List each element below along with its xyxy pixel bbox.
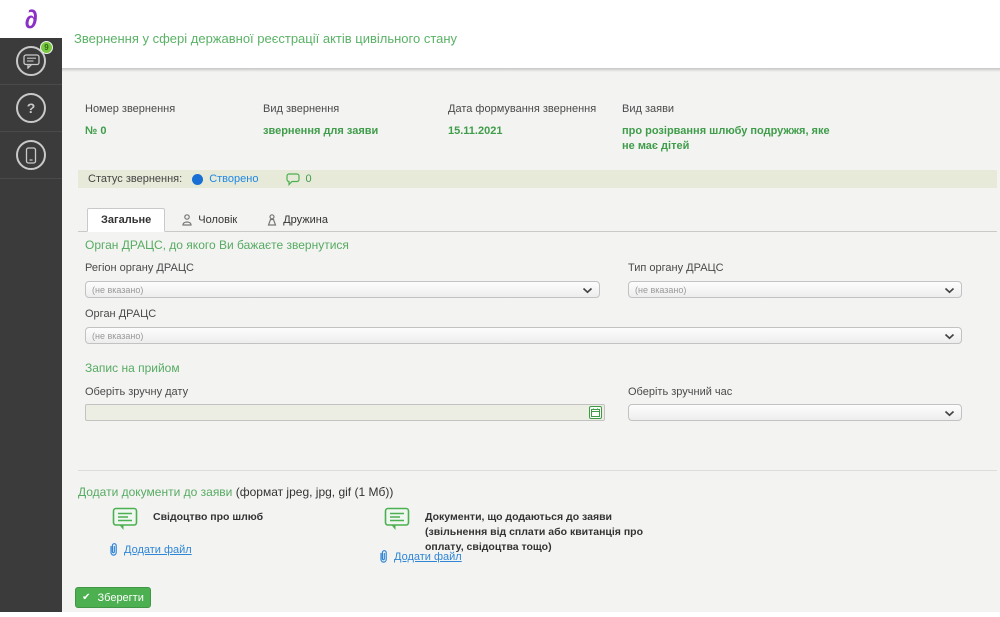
documents-title: Додати документи до заяви (формат jpeg, … (78, 485, 393, 499)
sidebar-item-help[interactable]: ? (0, 85, 62, 132)
chevron-down-icon (944, 287, 955, 294)
section-title-organ: Орган ДРАЦС, до якого Ви бажаєте звернут… (85, 238, 349, 252)
info-label: Номер звернення (85, 103, 255, 115)
document-icon (384, 507, 410, 531)
comment-bubble-icon (286, 173, 300, 186)
tab-label: Загальне (101, 214, 151, 226)
status-label: Статус звернення: (88, 173, 182, 185)
info-value: про розірвання шлюбу подружжя, яке не ма… (622, 124, 837, 155)
info-field-type: Вид звернення звернення для заяви (263, 103, 438, 139)
date-label: Оберіть зручну дату (85, 386, 188, 398)
check-icon: ✔ (82, 592, 90, 603)
region-select[interactable]: (не вказано) (85, 281, 600, 298)
calendar-icon (591, 408, 600, 417)
region-label: Регіон органу ДРАЦС (85, 262, 194, 274)
info-field-application: Вид заяви про розірвання шлюбу подружжя,… (622, 103, 837, 155)
add-file-link-2[interactable]: Додати файл (378, 549, 462, 564)
status-badge: Створено (209, 173, 258, 185)
info-field-number: Номер звернення № 0 (85, 103, 255, 139)
tab-husband[interactable]: Чоловік (169, 209, 250, 231)
save-button-label: Зберегти (98, 592, 144, 604)
add-file-label[interactable]: Додати файл (124, 544, 192, 556)
info-value: № 0 (85, 124, 255, 139)
info-value: 15.11.2021 (448, 124, 613, 139)
logo-glyph: ∂ (25, 6, 38, 32)
documents-title-main: Додати документи до заяви (78, 485, 232, 499)
status-bar: Статус звернення: Створено 0 (78, 170, 997, 188)
save-button[interactable]: ✔ Зберегти (75, 587, 151, 608)
document-item-marriage-certificate: Свідоцтво про шлюб (112, 507, 333, 531)
add-file-label[interactable]: Додати файл (394, 551, 462, 563)
sidebar-item-mobile[interactable] (0, 132, 62, 179)
sidebar: 9 ? (0, 0, 62, 612)
organ-type-select-value: (не вказано) (635, 285, 686, 295)
tab-bar: Загальне Чоловік Дружина (78, 208, 997, 232)
add-file-link-1[interactable]: Додати файл (108, 542, 192, 557)
device-icon (16, 140, 46, 170)
info-label: Вид заяви (622, 103, 837, 115)
comments-count: 0 (305, 173, 311, 185)
info-label: Дата формування звернення (448, 103, 613, 115)
tab-general[interactable]: Загальне (87, 208, 165, 232)
female-person-icon (267, 214, 277, 226)
logo[interactable]: ∂ (0, 0, 62, 38)
time-label: Оберіть зручний час (628, 386, 732, 398)
region-select-value: (не вказано) (92, 285, 143, 295)
comments-counter[interactable]: 0 (286, 173, 311, 186)
document-label: Свідоцтво про шлюб (153, 507, 333, 525)
organ-type-label: Тип органу ДРАЦС (628, 262, 724, 274)
paperclip-icon (378, 549, 389, 564)
organ-select[interactable]: (не вказано) (85, 327, 962, 344)
info-value: звернення для заяви (263, 124, 438, 139)
organ-select-value: (не вказано) (92, 331, 143, 341)
info-field-date: Дата формування звернення 15.11.2021 (448, 103, 613, 139)
section-title-appointment: Запис на прийом (85, 361, 180, 375)
main-content: Звернення у сфері державної реєстрації а… (62, 0, 1000, 612)
calendar-button[interactable] (589, 406, 602, 419)
notification-badge: 9 (40, 41, 53, 54)
chevron-down-icon (582, 287, 593, 294)
organ-label: Орган ДРАЦС (85, 308, 156, 320)
section-divider (78, 470, 997, 471)
header-divider (62, 68, 1000, 72)
question-icon: ? (16, 93, 46, 123)
tab-label: Чоловік (198, 214, 237, 226)
document-icon (112, 507, 138, 531)
app-window: 9 ? ∂ Звернення у сфері державної реєстр… (0, 0, 1000, 617)
main-header: Звернення у сфері державної реєстрації а… (62, 0, 1000, 68)
info-label: Вид звернення (263, 103, 438, 115)
male-person-icon (182, 214, 192, 226)
status-dot-icon (192, 174, 203, 185)
chevron-down-icon (944, 410, 955, 417)
sidebar-item-messages[interactable]: 9 (0, 38, 62, 85)
chevron-down-icon (944, 333, 955, 340)
documents-title-format: (формат jpeg, jpg, gif (1 Мб)) (232, 485, 393, 499)
tab-label: Дружина (283, 214, 328, 226)
page-title: Звернення у сфері державної реєстрації а… (74, 31, 457, 46)
date-input[interactable] (85, 404, 605, 421)
time-select[interactable] (628, 404, 962, 421)
paperclip-icon (108, 542, 119, 557)
sidebar-nav: 9 ? (0, 38, 62, 179)
tab-wife[interactable]: Дружина (254, 209, 341, 231)
organ-type-select[interactable]: (не вказано) (628, 281, 962, 298)
